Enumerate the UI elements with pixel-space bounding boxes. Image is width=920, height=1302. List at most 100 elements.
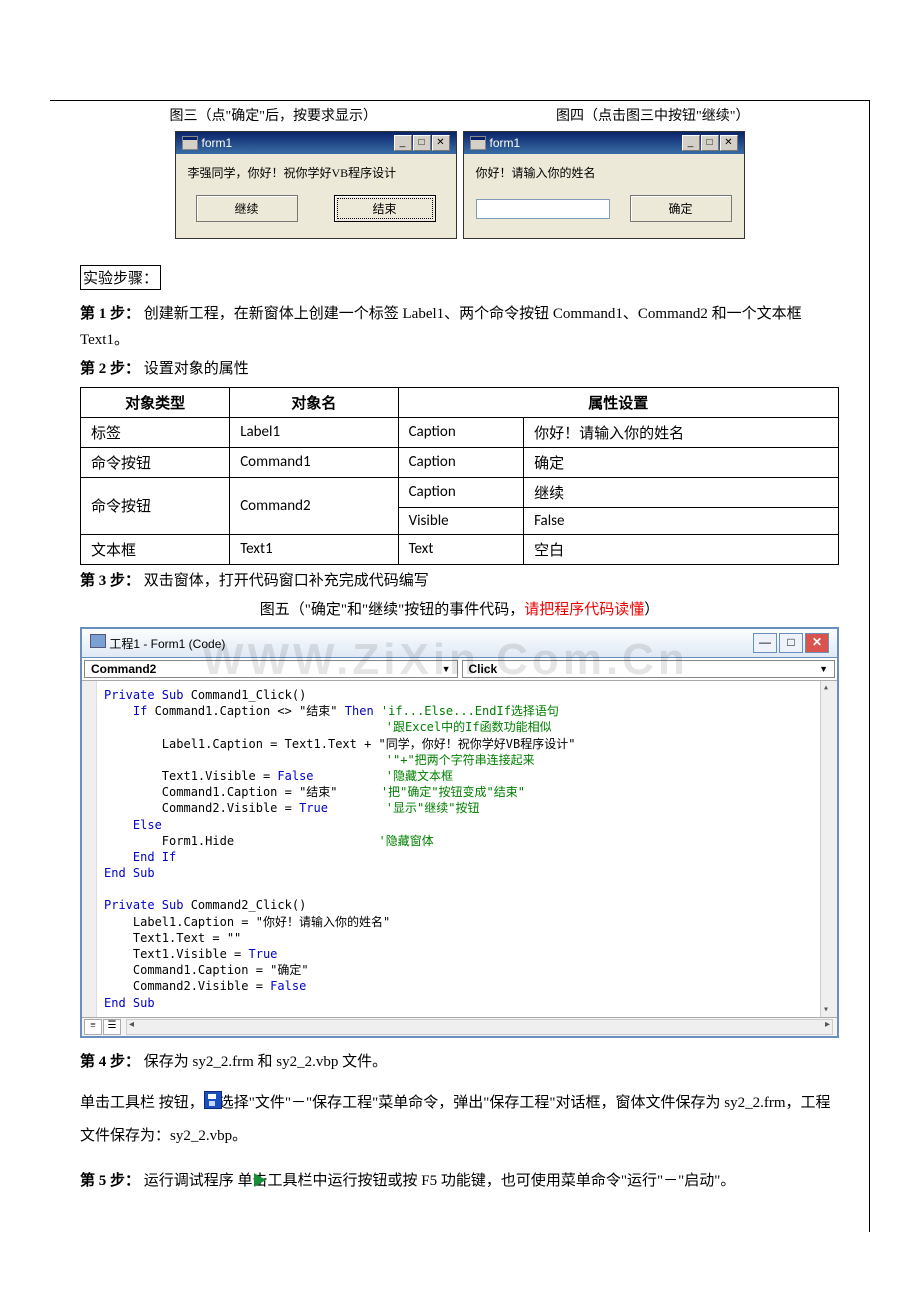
step4: 第 4 步： 保存为 sy2_2.frm 和 sy2_2.vbp 文件。 [80,1050,839,1076]
form-icon [182,136,198,150]
fig3-caption: 图三（点"确定"后，按要求显示） [170,105,377,125]
titlebar: form1 _ □ ✕ [464,132,744,154]
fig5-caption-a: 图五（"确定"和"继续"按钮的事件代码， [260,602,525,618]
step4-para: 单击工具栏 按钮，或选择"文件"－"保存工程"菜单命令，弹出"保存工程"对话框，… [80,1087,839,1153]
code-window-statusbar: ≡ ☰ [82,1017,837,1036]
code-token: False [277,769,385,783]
cell: Caption [398,477,524,507]
procedure-selector[interactable]: Click ▼ [462,660,836,678]
cell: Text1 [230,534,398,564]
code-token: Else [104,818,162,832]
cell: 确定 [524,447,839,477]
close-button[interactable]: ✕ [805,633,829,653]
code-window: WWW.ZiXin.Com.Cn 工程1 - Form1 (Code) — □ … [80,627,839,1038]
proc-view-tab[interactable]: ≡ [84,1019,102,1035]
code-token: Command1.Caption <> "结束" [147,704,344,718]
minimize-button[interactable]: — [753,633,777,653]
close-button[interactable]: ✕ [720,135,738,151]
object-selector[interactable]: Command2 ▼ [84,660,458,678]
cell: Text [398,534,524,564]
cell: False [524,507,839,534]
code-token: End Sub [104,996,155,1010]
cell: 命令按钮 [81,447,230,477]
step3-text: 双击窗体，打开代码窗口补充完成代码编写 [140,573,429,589]
cell: 标签 [81,417,230,447]
code-token: True [249,947,278,961]
text1-input[interactable] [476,199,610,219]
code-token: End If [104,850,176,864]
cell: Command2 [230,477,398,534]
cell: Caption [398,447,524,477]
code-token: '显示"继续"按钮 [386,801,480,815]
code-token: End Sub [104,866,155,880]
run-icon [254,1173,266,1187]
vertical-scrollbar[interactable] [820,681,837,1017]
step5-text: 运行调试程序 单击工具栏中运行按钮或按 F5 功能键，也可使用菜单命令"运行"－… [140,1173,735,1189]
code-token: 'if...Else...EndIf选择语句 [381,704,559,718]
step4-prefix: 第 4 步： [80,1054,140,1070]
code-token: '隐藏窗体 [379,834,434,848]
chevron-down-icon: ▼ [819,664,828,674]
window-title: form1 [490,136,521,150]
cell: Command1 [230,447,398,477]
code-token: '隐藏文本框 [386,769,453,783]
code-token: Then [345,704,381,718]
step2-text: 设置对象的属性 [140,361,249,377]
code-token: Text1.Text = "" [104,931,241,945]
fig5-caption: 图五（"确定"和"继续"按钮的事件代码，请把程序代码读懂） [80,598,839,619]
close-button[interactable]: ✕ [432,135,450,151]
code-token: Command2_Click() [183,898,306,912]
steps-heading: 实验步骤： [80,265,161,290]
maximize-button[interactable]: □ [701,135,719,151]
minimize-button[interactable]: _ [682,135,700,151]
fig5-caption-c: ） [644,602,659,618]
table-row: 标签 Label1 Caption 你好！请输入你的姓名 [81,417,839,447]
code-token: Label1.Caption = "你好！请输入你的姓名" [104,915,390,929]
code-window-icon [90,634,106,648]
step1-prefix: 第 1 步： [80,306,140,322]
th-type: 对象类型 [81,387,230,417]
cell: 命令按钮 [81,477,230,534]
code-token: '跟Excel中的If函数功能相似 [386,720,552,734]
step5: 第 5 步： 运行调试程序 单击工具栏中运行按钮或按 F5 功能键，也可使用菜单… [80,1165,839,1198]
step1: 第 1 步： 创建新工程，在新窗体上创建一个标签 Label1、两个命令按钮 C… [80,302,839,353]
ok-button[interactable]: 确定 [630,195,732,222]
full-view-tab[interactable]: ☰ [103,1019,121,1035]
window-title: form1 [202,136,233,150]
vb-form-right: form1 _ □ ✕ 你好！请输入你的姓名 确定 [463,131,745,239]
code-token: '"+"把两个字符串连接起来 [386,753,535,767]
code-token: '把"确定"按钮变成"结束" [381,785,525,799]
maximize-button[interactable]: □ [779,633,803,653]
cell: 你好！请输入你的姓名 [524,417,839,447]
step3: 第 3 步： 双击窗体，打开代码窗口补充完成代码编写 [80,569,839,595]
code-token: Command1_Click() [183,688,306,702]
code-token: Command2.Visible = [104,801,299,815]
vb-form-left: form1 _ □ ✕ 李强同学，你好！祝你学好VB程序设计 继续 结束 [175,131,457,239]
chevron-down-icon: ▼ [442,664,451,674]
th-name: 对象名 [230,387,398,417]
horizontal-scrollbar[interactable] [126,1019,833,1035]
maximize-button[interactable]: □ [413,135,431,151]
step5-prefix: 第 5 步： [80,1173,140,1189]
cell: 继续 [524,477,839,507]
label1-text: 李强同学，你好！祝你学好VB程序设计 [188,164,444,181]
code-token: Private Sub [104,898,183,912]
object-selector-value: Command2 [91,662,156,676]
save-icon [204,1091,222,1109]
end-button[interactable]: 结束 [334,195,436,222]
fig5-caption-b: 请把程序代码读懂 [524,602,644,618]
code-token: True [299,801,386,815]
code-window-titlebar: 工程1 - Form1 (Code) — □ ✕ [82,629,837,658]
code-area[interactable]: Private Sub Command1_Click() If Command1… [82,681,837,1017]
minimize-button[interactable]: _ [394,135,412,151]
titlebar: form1 _ □ ✕ [176,132,456,154]
continue-button[interactable]: 继续 [196,195,298,222]
label1-text: 你好！请输入你的姓名 [476,164,732,181]
code-token: Form1.Hide [104,834,379,848]
step4-text: 保存为 sy2_2.frm 和 sy2_2.vbp 文件。 [140,1054,387,1070]
code-margin [82,681,97,1017]
code-token: Command1.Caption = "结束" [104,785,381,799]
step4-para-text: 单击工具栏 按钮，或选择"文件"－"保存工程"菜单命令，弹出"保存工程"对话框，… [80,1095,831,1144]
code-token: If [104,704,147,718]
code-token: Command1.Caption = "确定" [104,963,309,977]
